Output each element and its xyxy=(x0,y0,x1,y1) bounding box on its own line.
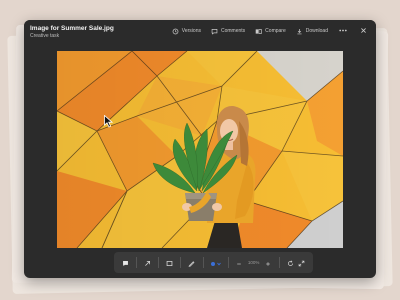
image-viewer-window: Image for Summer Sale.jpg Creative task … xyxy=(24,20,376,278)
history-icon xyxy=(172,28,179,35)
versions-button[interactable]: Versions xyxy=(172,28,201,35)
more-icon xyxy=(339,28,347,34)
toolbar-divider xyxy=(136,257,138,268)
fullscreen-button[interactable] xyxy=(296,256,307,270)
zoom-in-button[interactable] xyxy=(262,256,273,270)
compare-button[interactable]: Compare xyxy=(255,28,286,35)
download-button[interactable]: Download xyxy=(296,28,328,35)
color-picker-button[interactable] xyxy=(208,256,222,270)
comment-icon xyxy=(211,28,218,35)
download-label: Download xyxy=(305,28,328,34)
comments-label: Comments xyxy=(220,28,246,34)
zoom-level: 100% xyxy=(247,260,260,265)
close-icon xyxy=(360,27,367,36)
viewer-header: Image for Summer Sale.jpg Creative task … xyxy=(24,20,376,44)
annotation-toolbar: 100% xyxy=(114,252,313,273)
toolbar-divider xyxy=(158,257,160,268)
fullscreen-icon xyxy=(298,254,305,272)
toolbar-divider xyxy=(202,257,204,268)
header-actions: Versions Comments Compare Download xyxy=(172,26,368,36)
preview-image[interactable] xyxy=(57,51,343,248)
mouse-cursor-icon xyxy=(104,114,114,133)
file-subtitle: Creative task xyxy=(30,33,60,39)
versions-label: Versions xyxy=(181,28,201,34)
download-icon xyxy=(296,28,303,35)
rotate-icon xyxy=(287,254,294,272)
arrow-tool-button[interactable] xyxy=(142,256,153,270)
zoom-out-button[interactable] xyxy=(234,256,245,270)
compare-icon xyxy=(255,28,262,35)
toolbar-divider xyxy=(278,257,280,268)
file-title: Image for Summer Sale.jpg xyxy=(30,25,114,32)
comment-tool-icon xyxy=(122,254,129,272)
color-picker-icon xyxy=(210,254,222,272)
zoom-in-icon xyxy=(265,254,271,272)
comments-button[interactable]: Comments xyxy=(211,28,245,35)
toolbar-divider xyxy=(180,257,182,268)
zoom-out-icon xyxy=(236,254,242,272)
rectangle-tool-icon xyxy=(166,254,173,272)
close-button[interactable] xyxy=(358,26,368,36)
rotate-button[interactable] xyxy=(284,256,295,270)
compare-label: Compare xyxy=(265,28,286,34)
pen-tool-button[interactable] xyxy=(186,256,197,270)
toolbar-divider xyxy=(227,257,229,268)
more-options-button[interactable] xyxy=(338,26,348,36)
rectangle-tool-button[interactable] xyxy=(164,256,175,270)
pen-tool-icon xyxy=(188,254,195,272)
arrow-tool-icon xyxy=(144,254,151,272)
comment-tool-button[interactable] xyxy=(120,256,131,270)
